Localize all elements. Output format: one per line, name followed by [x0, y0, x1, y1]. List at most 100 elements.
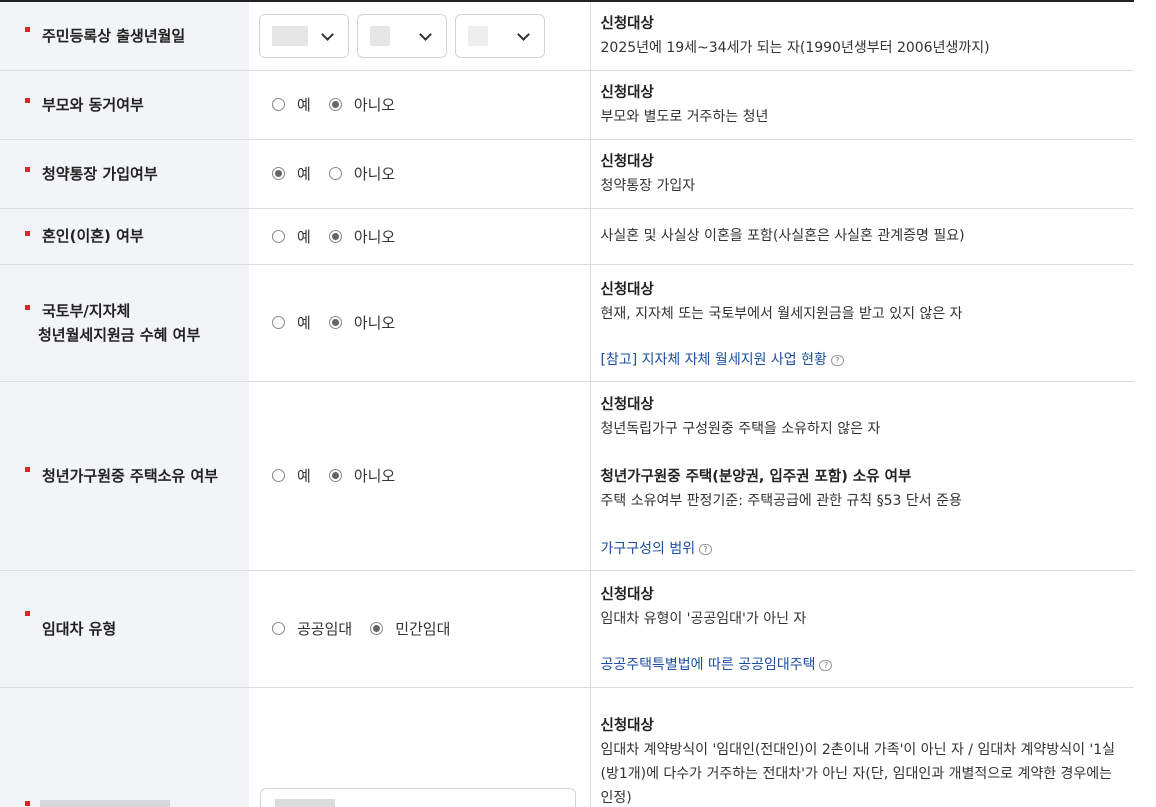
radio-yes-label[interactable]: 예: [297, 163, 311, 184]
label-subscription-account: 청약통장 가입여부: [42, 164, 158, 183]
radio-yes-label[interactable]: 예: [297, 226, 311, 247]
radio-private-lease-selected[interactable]: [370, 622, 384, 635]
radio-public-lease[interactable]: [272, 622, 285, 635]
desc-title: 신청대상: [600, 717, 654, 734]
public-housing-act-link[interactable]: 공공주택특별법에 따른 공공임대주택?: [601, 657, 833, 673]
birthdate-selects: [259, 13, 590, 58]
radio-no-selected[interactable]: [328, 316, 342, 329]
eligibility-form: 주민등록상 출생년월일 신청대상 2025년에 19세~34세가 되는 자(19…: [0, 0, 1156, 807]
row-description: 신청대상 임대차 계약방식이 '임대인(전대인)이 2촌이내 가족'이 아닌 자…: [590, 687, 1134, 807]
radio-public-lease-label[interactable]: 공공임대: [297, 618, 352, 639]
rent-subsidy-status-link[interactable]: [참고] 지자체 자체 월세지원 사업 현황?: [601, 352, 844, 368]
radio-private-lease-label[interactable]: 민간임대: [395, 618, 450, 639]
radio-yes-label[interactable]: 예: [297, 465, 311, 486]
row-description: 신청대상 현재, 지자체 또는 국토부에서 월세지원금을 받고 있지 않은 자 …: [590, 264, 1134, 382]
desc-title: 신청대상: [600, 84, 654, 101]
radio-no-selected[interactable]: [328, 469, 342, 482]
desc-title: 신청대상: [600, 396, 654, 413]
select-value-blurred: [272, 25, 308, 46]
row-label: 주민등록상 출생년월일: [0, 2, 249, 71]
marriage-options: 예 아니오: [249, 208, 591, 265]
radio-yes[interactable]: [272, 316, 285, 329]
required-bullet: [25, 27, 30, 32]
desc-text-2: 주택 소유여부 판정기준: 주택공급에 관한 규칙 §53 단서 준용: [600, 492, 962, 509]
label-birthdate: 주민등록상 출생년월일: [42, 26, 186, 45]
radio-yes[interactable]: [272, 469, 285, 482]
house-ownership-options: 예 아니오: [249, 381, 591, 571]
required-bullet: [25, 466, 30, 472]
radio-no-label[interactable]: 아니오: [354, 312, 395, 333]
desc-text: 임대차 계약방식이 '임대인(전대인)이 2촌이내 가족'이 아닌 자 / 임대…: [600, 741, 1116, 806]
required-bullet: [25, 97, 30, 103]
rent-subsidy-options: 예 아니오: [249, 264, 591, 382]
household-scope-link[interactable]: 가구구성의 범위?: [601, 541, 713, 557]
birth-year-select[interactable]: [259, 13, 349, 58]
radio-yes[interactable]: [272, 98, 285, 111]
select-value-blurred: [468, 25, 488, 46]
row-description: 사실혼 및 사실상 이혼을 포함(사실혼은 사실혼 관계증명 필요): [590, 208, 1134, 265]
radio-group: 예 아니오: [272, 94, 590, 115]
radio-yes-selected[interactable]: [272, 167, 285, 180]
desc-text: 청약통장 가입자: [600, 177, 696, 194]
desc-title: 신청대상: [600, 586, 654, 603]
desc-text: 현재, 지자체 또는 국토부에서 월세지원금을 받고 있지 않은 자: [600, 305, 963, 322]
table-row: 청년가구원중 주택소유 여부 예 아니오 신청대상 청년독립가구 구성원중 주택…: [0, 381, 1134, 571]
table-row: 혼인(이혼) 여부 예 아니오 사실혼 및 사실상 이혼을 포함(사실혼은 사실…: [0, 208, 1134, 265]
table-row: 국토부/지자체 청년월세지원금 수혜 여부 예 아니오 신청대상 현재, 지자체…: [0, 264, 1134, 382]
label-line-2: 청년월세지원금 수혜 여부: [38, 325, 201, 344]
required-bullet: [25, 304, 30, 310]
chevron-down-icon: [517, 27, 530, 41]
label-line-1: 국토부/지자체: [42, 301, 131, 320]
row-description: 신청대상 2025년에 19세~34세가 되는 자(1990년생부터 2006년…: [590, 2, 1134, 71]
select-value-blurred: [370, 25, 390, 46]
eligibility-table: 주민등록상 출생년월일 신청대상 2025년에 19세~34세가 되는 자(19…: [0, 2, 1134, 807]
row-label: 혼인(이혼) 여부: [0, 208, 249, 265]
question-bubble-icon: ?: [819, 659, 833, 671]
desc-title: 신청대상: [600, 153, 654, 170]
radio-yes-label[interactable]: 예: [297, 312, 311, 333]
question-bubble-icon: ?: [699, 543, 713, 555]
birthdate-selects-cell: [249, 2, 591, 71]
radio-no-label[interactable]: 아니오: [354, 226, 395, 247]
table-row: 청약통장 가입여부 예 아니오 신청대상 청약통장 가입자: [0, 139, 1134, 209]
row-label: 임대차 유형: [0, 570, 249, 688]
link-text: 가구구성의 범위: [600, 540, 696, 557]
radio-group: 예 아니오: [272, 163, 590, 184]
label-rent-subsidy: 국토부/지자체 청년월세지원금 수혜 여부: [24, 299, 249, 347]
link-text: 공공주택특별법에 따른 공공임대주택: [600, 656, 816, 673]
desc-text: 사실혼 및 사실상 이혼을 포함(사실혼은 사실혼 관계증명 필요): [600, 228, 965, 244]
radio-group: 공공임대 민간임대: [272, 618, 590, 639]
desc-text: 청년독립가구 구성원중 주택을 소유하지 않은 자: [600, 420, 881, 437]
table-row: 주민등록상 출생년월일 신청대상 2025년에 19세~34세가 되는 자(19…: [0, 2, 1134, 71]
question-bubble-icon: ?: [830, 354, 844, 366]
radio-yes[interactable]: [272, 229, 285, 243]
table-row: 부모와 동거여부 예 아니오 신청대상 부모와 별도로 거주하는 청년: [0, 70, 1134, 140]
birth-day-select[interactable]: [455, 13, 545, 58]
required-bullet: [25, 230, 30, 236]
birth-month-select[interactable]: [357, 13, 447, 58]
label-house-ownership: 청년가구원중 주택소유 여부: [42, 466, 219, 485]
radio-no-label[interactable]: 아니오: [354, 163, 395, 184]
radio-no-selected[interactable]: [328, 229, 342, 243]
desc-title: 신청대상: [600, 15, 654, 32]
parents-cohabit-options: 예 아니오: [249, 70, 591, 140]
chevron-down-icon: [419, 27, 432, 41]
radio-no-label[interactable]: 아니오: [354, 465, 395, 486]
radio-no-label[interactable]: 아니오: [354, 94, 395, 115]
desc-text: 임대차 유형이 '공공임대'가 아닌 자: [600, 610, 807, 627]
desc-text: 2025년에 19세~34세가 되는 자(1990년생부터 2006년생까지): [600, 39, 990, 56]
row-label: 부모와 동거여부: [0, 70, 249, 140]
select-value-blurred: [275, 799, 335, 807]
required-bullet: [25, 166, 30, 172]
chevron-down-icon: [321, 27, 334, 41]
lease-contract-select[interactable]: [260, 788, 576, 807]
radio-group: 예 아니오: [272, 312, 590, 333]
radio-no[interactable]: [328, 167, 342, 180]
radio-no-selected[interactable]: [328, 98, 342, 111]
subscription-options: 예 아니오: [249, 139, 591, 209]
radio-yes-label[interactable]: 예: [297, 94, 311, 115]
desc-title: 신청대상: [600, 281, 654, 298]
lease-type-options: 공공임대 민간임대: [249, 570, 591, 688]
label-marriage: 혼인(이혼) 여부: [42, 227, 144, 245]
link-text: [참고] 지자체 자체 월세지원 사업 현황: [600, 351, 827, 368]
